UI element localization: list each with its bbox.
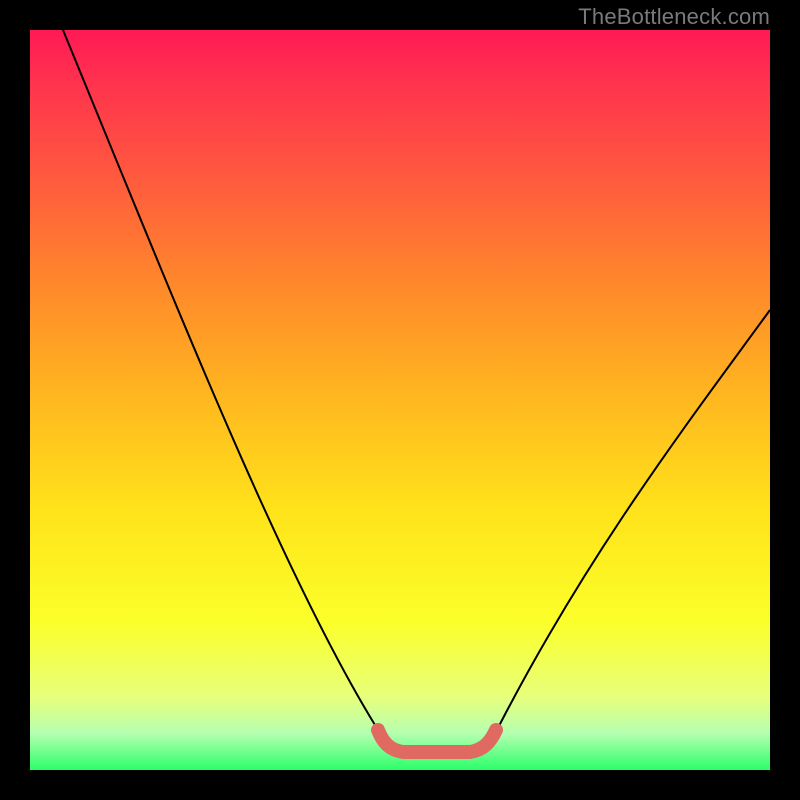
chart-frame: TheBottleneck.com (0, 0, 800, 800)
bottleneck-curve (63, 30, 770, 748)
plot-area (30, 30, 770, 770)
trough-marker (378, 730, 496, 752)
watermark-text: TheBottleneck.com (578, 4, 770, 30)
curve-svg (30, 30, 770, 770)
